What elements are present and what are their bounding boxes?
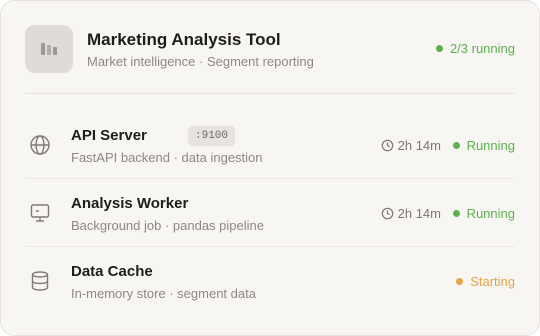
app-title: Marketing Analysis Tool [87, 30, 281, 49]
database-icon [31, 271, 49, 291]
service-description: In-memory store · segment data [71, 286, 256, 301]
uptime-text: 2h 14m [397, 206, 441, 221]
uptime: 2h 14m [381, 206, 441, 221]
uptime: 2h 14m [381, 138, 441, 153]
uptime-text: 2h 14m [397, 138, 441, 153]
service-name: API Server [71, 127, 147, 144]
port-badge: :9100 [188, 126, 236, 146]
status-dot [452, 142, 460, 150]
clock-icon [381, 139, 393, 152]
status-text: Running [466, 138, 515, 153]
service-row-data-cache[interactable]: Data Cache In-memory store · segment dat… [25, 248, 515, 315]
status-badge: Starting [456, 274, 515, 289]
globe-icon [30, 135, 50, 155]
status-badge: Running [452, 138, 515, 153]
row-divider [25, 246, 515, 247]
row-divider [25, 178, 515, 179]
bar-chart-icon [25, 25, 73, 73]
app-card: Marketing Analysis Tool Market intellige… [0, 0, 540, 336]
status-text: Starting [470, 274, 515, 289]
overall-status-text: 2/3 running [449, 41, 515, 56]
clock-icon [381, 207, 393, 220]
service-description: Background job · pandas pipeline [71, 218, 264, 233]
monitor-icon [30, 204, 50, 222]
service-name: Data Cache [71, 263, 153, 280]
app-subtitle: Market intelligence · Segment reporting [87, 54, 314, 69]
service-name: Analysis Worker [71, 195, 189, 212]
status-text: Running [466, 206, 515, 221]
status-dot [456, 278, 464, 286]
service-row-api-server[interactable]: API Server :9100 FastAPI backend · data … [25, 112, 515, 179]
status-badge: Running [452, 206, 515, 221]
app-header: Marketing Analysis Tool Market intellige… [25, 25, 515, 73]
status-dot [452, 210, 460, 218]
service-row-analysis-worker[interactable]: Analysis Worker Background job · pandas … [25, 180, 515, 247]
status-dot [435, 45, 443, 53]
header-divider [25, 93, 515, 94]
overall-status: 2/3 running [435, 41, 515, 56]
service-description: FastAPI backend · data ingestion [71, 150, 263, 165]
